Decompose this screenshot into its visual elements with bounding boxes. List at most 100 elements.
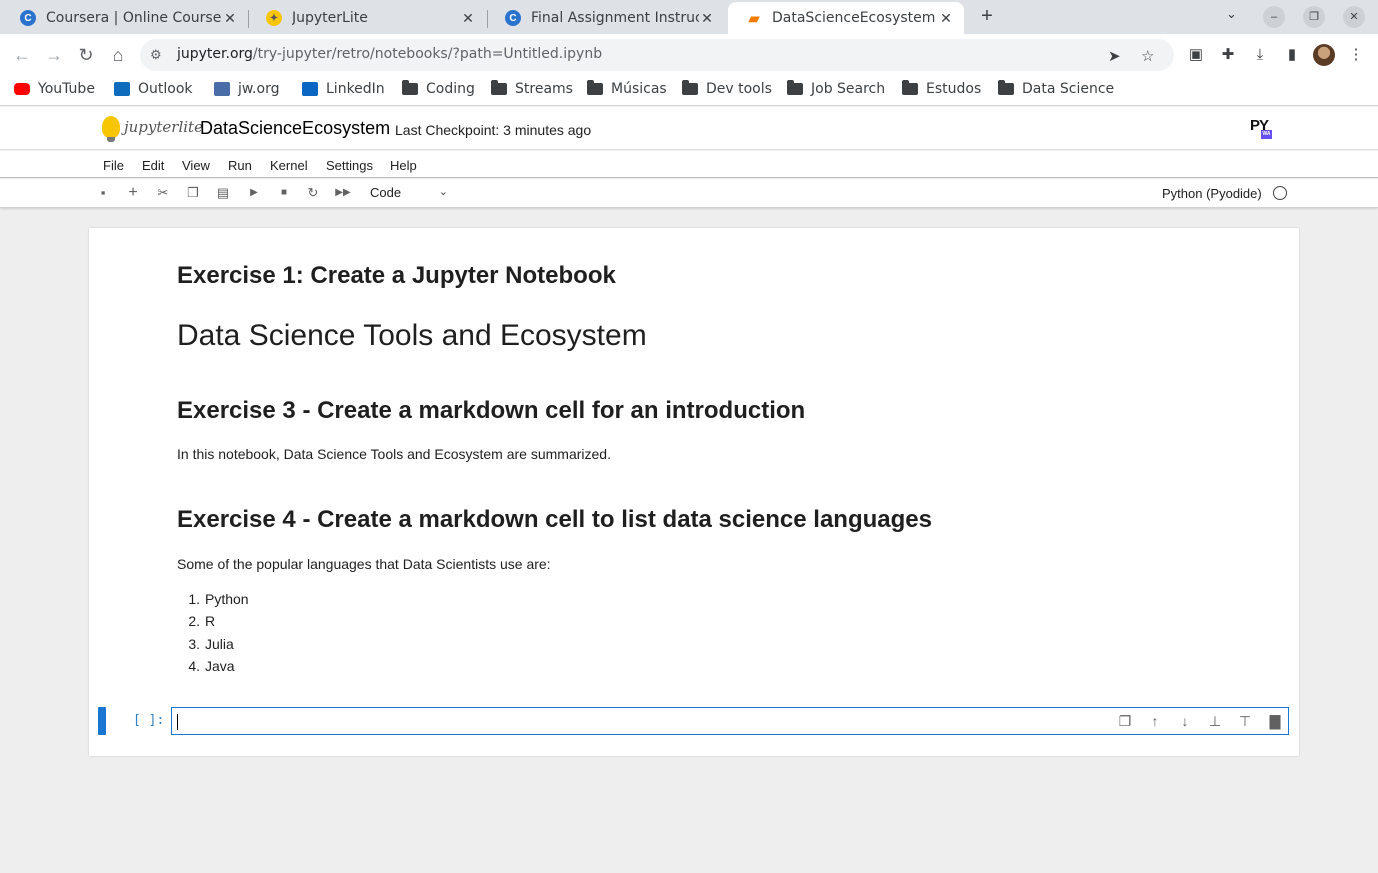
list-item: 1. Python — [188, 591, 249, 607]
jw-icon — [214, 82, 230, 96]
code-cell-input[interactable]: ❐ ↑ ↓ ⊥ ⊤ ▇ — [171, 707, 1289, 735]
input-prompt: [ ]: — [133, 713, 165, 728]
bookmark-linkedin[interactable]: LinkedIn — [302, 81, 385, 97]
run-icon[interactable]: ▶ — [246, 185, 262, 201]
notebook-panel: Exercise 1: Create a Jupyter Notebook Da… — [89, 228, 1299, 756]
bookmark-folder-musicas[interactable]: Músicas — [587, 80, 667, 97]
list-item: 4. Java — [188, 658, 235, 675]
bookmark-folder-estudos[interactable]: Estudos — [902, 80, 981, 97]
bookmark-outlook[interactable]: Outlook — [114, 81, 193, 97]
tab-final-assignment[interactable]: C Final Assignment Instruct ✕ — [487, 2, 725, 34]
close-icon[interactable]: ✕ — [938, 10, 954, 27]
languages-paragraph: Some of the popular languages that Data … — [177, 556, 551, 572]
side-panel-icon[interactable]: ▮ — [1283, 46, 1301, 64]
new-tab-button[interactable]: + — [976, 5, 998, 27]
more-menu-icon[interactable]: ⋮ — [1347, 46, 1365, 64]
send-to-device-icon[interactable]: ➤ — [1108, 47, 1121, 65]
profile-avatar[interactable] — [1313, 44, 1335, 66]
picture-in-picture-icon[interactable]: ▣ — [1187, 46, 1205, 64]
browser-tab-strip: C Coursera | Online Courses ✕ ✦ JupyterL… — [0, 0, 1378, 34]
checkpoint-status: Last Checkpoint: 3 minutes ago — [395, 122, 592, 138]
bookmark-folder-data-science[interactable]: Data Science — [998, 80, 1114, 97]
heading-exercise-1: Exercise 1: Create a Jupyter Notebook — [177, 262, 616, 289]
folder-icon — [998, 80, 1014, 95]
bookmark-jw-org[interactable]: jw.org — [214, 81, 279, 97]
delete-cell-icon[interactable]: ▇ — [1267, 713, 1283, 729]
back-arrow-icon[interactable]: ← — [11, 44, 33, 66]
jupyterlite-logo[interactable]: jupyterlite — [102, 116, 203, 142]
youtube-icon — [14, 83, 30, 95]
outlook-icon — [114, 82, 130, 96]
download-icon[interactable]: ⤓ — [1251, 46, 1269, 64]
bookmark-youtube[interactable]: YouTube — [14, 81, 95, 97]
languages-list: 1. Python 2. R 3. Julia 4. Java — [177, 588, 249, 678]
menu-run[interactable]: Run — [228, 158, 252, 173]
save-icon[interactable]: ▪ — [95, 185, 111, 201]
duplicate-cell-icon[interactable]: ❐ — [1117, 713, 1133, 729]
bookmark-folder-dev-tools[interactable]: Dev tools — [682, 80, 772, 97]
menu-kernel[interactable]: Kernel — [270, 158, 308, 173]
list-item: 3. Julia — [188, 635, 234, 652]
bookmark-folder-streams[interactable]: Streams — [491, 80, 573, 97]
home-icon[interactable]: ⌂ — [107, 44, 129, 66]
menu-help[interactable]: Help — [390, 158, 417, 173]
cut-icon[interactable]: ✂ — [155, 185, 171, 201]
jupyter-header: jupyterlite DataScienceEcosystem Last Ch… — [0, 107, 1378, 150]
notebook-icon: ▰ — [748, 9, 760, 26]
menu-bar: File Edit View Run Kernel Settings Help — [0, 151, 1378, 178]
tab-search-chevron-icon[interactable]: ⌄ — [1226, 6, 1237, 22]
close-icon[interactable]: ✕ — [222, 10, 238, 27]
tab-title: DataScienceEcosystem — [772, 10, 936, 26]
menu-settings[interactable]: Settings — [326, 158, 373, 173]
restore-icon[interactable]: ❐ — [1303, 6, 1325, 28]
menu-file[interactable]: File — [103, 158, 124, 173]
kernel-name[interactable]: Python (Pyodide) — [1162, 186, 1262, 201]
close-icon[interactable]: ✕ — [699, 10, 715, 27]
notebook-title[interactable]: DataScienceEcosystem — [200, 118, 390, 139]
forward-arrow-icon[interactable]: → — [43, 44, 65, 66]
menu-view[interactable]: View — [182, 158, 210, 173]
heading-exercise-3: Exercise 3 - Create a markdown cell for … — [177, 397, 806, 424]
add-cell-icon[interactable]: + — [125, 185, 141, 201]
tab-coursera[interactable]: C Coursera | Online Courses ✕ — [2, 2, 248, 34]
extensions-puzzle-icon[interactable]: ✚ — [1219, 46, 1237, 64]
tab-jupyterlite[interactable]: ✦ JupyterLite ✕ — [248, 2, 486, 34]
bookmark-folder-job-search[interactable]: Job Search — [787, 80, 885, 97]
lightbulb-icon — [102, 116, 120, 142]
folder-icon — [682, 80, 698, 95]
active-cell-indicator[interactable] — [98, 707, 106, 735]
notebook-toolbar: ▪ + ✂ ❐ ▤ ▶ ■ ↻ ▶▶ Code ⌄ Python (Pyodid… — [0, 179, 1378, 208]
tab-datascienceecosystem[interactable]: ▰ DataScienceEcosystem ✕ — [728, 2, 964, 34]
text-cursor — [177, 714, 178, 730]
address-bar[interactable]: ⚙ jupyter.org/try-jupyter/retro/notebook… — [140, 39, 1174, 71]
folder-icon — [902, 80, 918, 95]
cell-type-select[interactable]: Code ⌄ — [370, 185, 448, 200]
bookmark-folder-coding[interactable]: Coding — [402, 80, 475, 97]
move-up-icon[interactable]: ↑ — [1147, 713, 1163, 729]
restart-icon[interactable]: ↻ — [305, 185, 321, 201]
url-text[interactable]: jupyter.org/try-jupyter/retro/notebooks/… — [177, 46, 602, 62]
jupyterlite-icon: ✦ — [266, 10, 282, 26]
reload-icon[interactable]: ↻ — [75, 44, 97, 66]
heading-notebook-title: Data Science Tools and Ecosystem — [177, 319, 647, 352]
paste-icon[interactable]: ▤ — [215, 185, 231, 201]
minimize-icon[interactable]: – — [1263, 6, 1285, 28]
close-icon[interactable]: ✕ — [460, 10, 476, 27]
fast-forward-icon[interactable]: ▶▶ — [335, 185, 351, 201]
folder-icon — [587, 80, 603, 95]
folder-icon — [402, 80, 418, 95]
window-close-icon[interactable]: ✕ — [1343, 6, 1365, 28]
bookmark-star-icon[interactable]: ☆ — [1141, 47, 1154, 65]
stop-icon[interactable]: ■ — [276, 185, 292, 201]
move-down-icon[interactable]: ↓ — [1177, 713, 1193, 729]
copy-icon[interactable]: ❐ — [185, 185, 201, 201]
intro-paragraph: In this notebook, Data Science Tools and… — [177, 446, 611, 462]
coursera-icon: C — [20, 10, 36, 26]
folder-icon — [491, 80, 507, 95]
browser-toolbar: ← → ↻ ⌂ ⚙ jupyter.org/try-jupyter/retro/… — [0, 34, 1378, 76]
menu-edit[interactable]: Edit — [142, 158, 164, 173]
insert-below-icon[interactable]: ⊤ — [1237, 713, 1253, 729]
list-item: 2. R — [188, 613, 216, 630]
site-settings-icon[interactable]: ⚙ — [150, 47, 162, 63]
insert-above-icon[interactable]: ⊥ — [1207, 713, 1223, 729]
